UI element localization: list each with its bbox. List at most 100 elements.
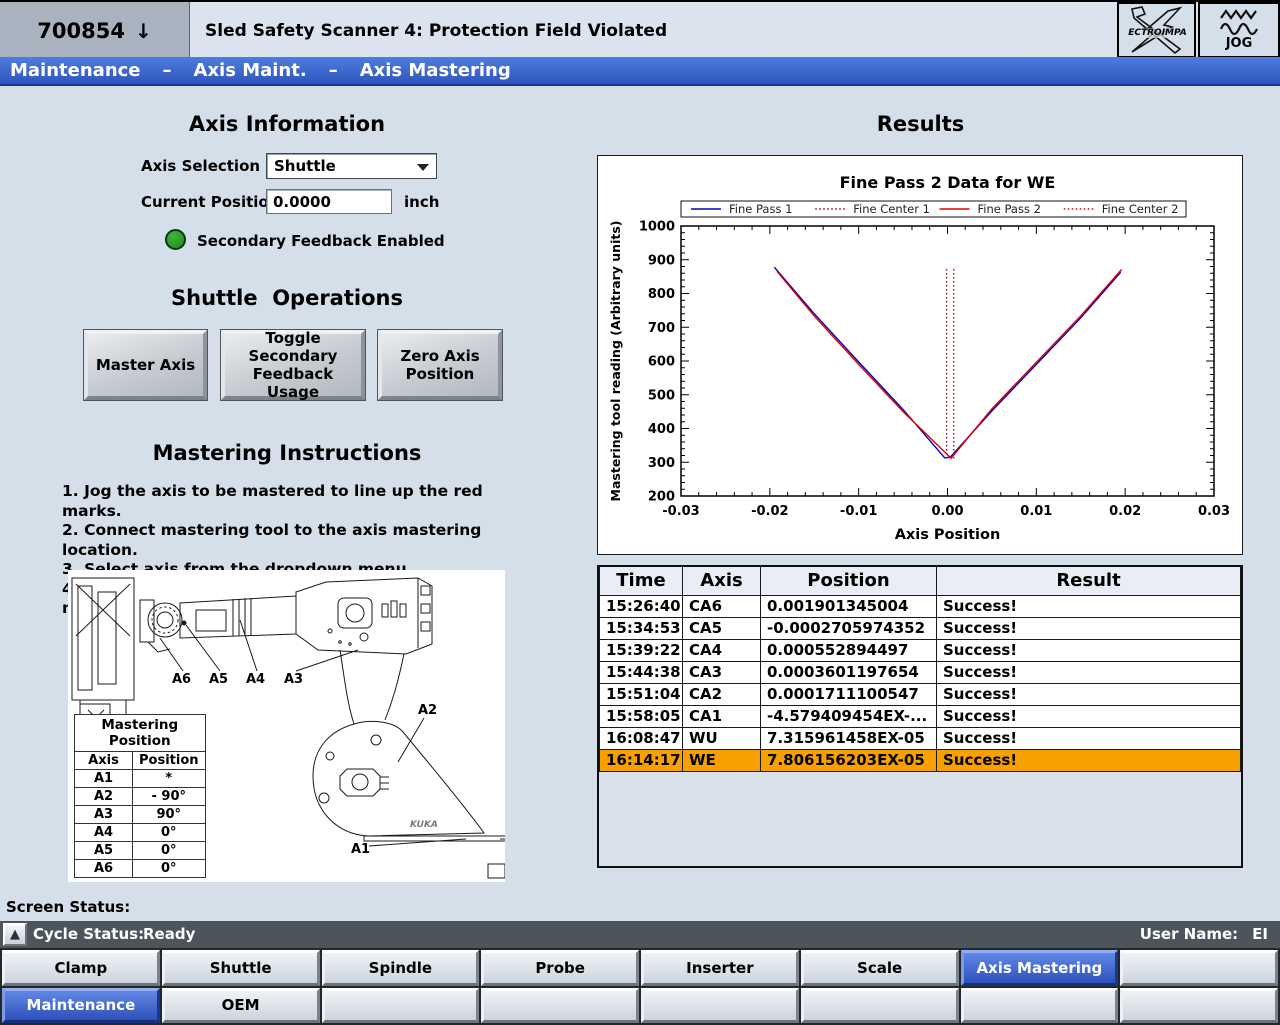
instruction-step: 2. Connect mastering tool to the axis ma… [62,521,532,560]
svg-text:600: 600 [648,355,675,370]
breadcrumb-separator: – [163,60,172,81]
nav-button-empty[interactable] [641,988,799,1024]
secondary-feedback-label: Secondary Feedback Enabled [197,232,445,250]
svg-text:0.00: 0.00 [931,504,963,519]
legend-label: Fine Center 2 [1102,202,1179,216]
svg-text:500: 500 [648,388,675,403]
cycle-status-bar: ▲ Cycle Status: Ready User Name: EI [0,921,1280,948]
table-cell: CA3 [683,661,761,683]
nav-button-empty[interactable] [961,988,1119,1024]
table-cell: -4.579409454EX-... [761,705,937,727]
mp-position: 0° [133,842,206,860]
table-cell: 7.315961458EX-05 [761,727,937,749]
legend-label: Fine Pass 2 [978,202,1041,216]
table-cell: Success! [937,749,1241,771]
nav-button-spindle[interactable]: Spindle [322,950,480,986]
jog-waveform-icon [1217,9,1261,35]
breadcrumb-item-maintenance[interactable]: Maintenance [10,60,141,81]
nav-button-scale[interactable]: Scale [801,950,959,986]
nav-button-oem[interactable]: OEM [162,988,320,1024]
svg-text:-0.02: -0.02 [751,504,788,519]
table-row[interactable]: 15:39:22CA40.000552894497Success! [600,639,1241,661]
nav-button-empty[interactable] [322,988,480,1024]
nav-button-empty[interactable] [1120,950,1278,986]
results-table: TimeAxisPositionResult 15:26:40CA60.0019… [599,567,1241,772]
table-cell: WE [683,749,761,771]
breadcrumb-item-axis-mastering[interactable]: Axis Mastering [360,60,511,81]
robot-diagram: A6 A5 A4 A3 A2 A1 KUKA Mastering Positio… [68,570,505,882]
chevron-up-icon: ▲ [10,927,20,942]
collapse-chevron-button[interactable]: ▲ [3,923,27,946]
nav-button-maintenance[interactable]: Maintenance [2,988,160,1024]
fine-pass-chart: Fine Pass 2 Data for WEFine Pass 1Fine C… [597,155,1243,555]
results-table-container: TimeAxisPositionResult 15:26:40CA60.0019… [597,565,1243,868]
current-position-input[interactable] [266,189,392,214]
axis-selection-value: Shuttle [274,157,336,175]
table-row[interactable]: 16:08:47WU7.315961458EX-05Success! [600,727,1241,749]
user-name-value: EI [1252,925,1268,943]
machine-id-box[interactable]: 700854 ↓ [0,2,190,59]
jog-button[interactable]: JOG [1198,2,1280,58]
table-cell: 0.0003601197654 [761,661,937,683]
alarm-message: Sled Safety Scanner 4: Protection Field … [205,2,1105,59]
mp-col-axis: Axis [75,752,133,770]
table-cell: Success! [937,727,1241,749]
nav-button-empty[interactable] [481,988,639,1024]
svg-text:-0.01: -0.01 [840,504,877,519]
nav-button-axis-mastering[interactable]: Axis Mastering [961,950,1119,986]
table-row[interactable]: 15:51:04CA20.0001711100547Success! [600,683,1241,705]
svg-text:800: 800 [648,287,675,302]
user-name-label: User Name: [1140,925,1238,943]
nav-button-empty[interactable] [801,988,959,1024]
axis-selection-dropdown[interactable]: Shuttle [266,153,437,179]
bottom-navigation: ClampShuttleSpindleProbeInserterScaleAxi… [0,948,1280,1025]
axis-label-a2: A2 [418,703,437,718]
toggle-secondary-feedback-button[interactable]: Toggle Secondary Feedback Usage [221,330,365,400]
nav-button-inserter[interactable]: Inserter [641,950,799,986]
nav-button-clamp[interactable]: Clamp [2,950,160,986]
axis-label-a4: A4 [246,672,265,687]
table-row[interactable]: 15:58:05CA1-4.579409454EX-...Success! [600,705,1241,727]
results-title: Results [598,112,1243,136]
table-cell: 7.806156203EX-05 [761,749,937,771]
table-cell: CA5 [683,617,761,639]
table-row[interactable]: 15:44:38CA30.0003601197654Success! [600,661,1241,683]
svg-text:1000: 1000 [639,220,675,235]
results-col-position: Position [761,567,937,595]
nav-button-probe[interactable]: Probe [481,950,639,986]
table-cell: Success! [937,705,1241,727]
svg-text:400: 400 [648,422,675,437]
table-cell: 15:39:22 [600,639,683,661]
instruction-step: 1. Jog the axis to be mastered to line u… [62,482,532,521]
table-cell: CA2 [683,683,761,705]
results-col-axis: Axis [683,567,761,595]
table-cell: 16:08:47 [600,727,683,749]
machine-id: 700854 [37,19,125,43]
chart-title: Fine Pass 2 Data for WE [840,173,1056,192]
electroimpact-logo-button[interactable]: ECTROIMPA [1117,2,1196,58]
table-row[interactable]: 15:26:40CA60.001901345004Success! [600,595,1241,617]
breadcrumb: Maintenance – Axis Maint. – Axis Masteri… [0,57,1280,86]
y-axis-label: Mastering tool reading (Arbitrary units) [608,221,623,502]
nav-button-empty[interactable] [1120,988,1278,1024]
master-axis-button[interactable]: Master Axis [84,330,207,400]
nav-button-shuttle[interactable]: Shuttle [162,950,320,986]
chart-svg: Fine Pass 2 Data for WEFine Pass 1Fine C… [598,156,1242,554]
zero-axis-position-button[interactable]: Zero Axis Position [378,330,502,400]
pulldown-arrow-icon: ↓ [135,19,152,43]
robot-brand-logo: KUKA [410,820,438,830]
mp-axis: A2 [75,788,133,806]
axis-selection-label: Axis Selection [141,157,260,175]
table-row[interactable]: 15:34:53CA5-0.0002705974352Success! [600,617,1241,639]
breadcrumb-separator: – [329,60,338,81]
table-cell: Success! [937,661,1241,683]
table-cell: CA4 [683,639,761,661]
svg-text:200: 200 [648,490,675,505]
operations-title: Shuttle Operations [87,286,487,310]
table-cell: 15:34:53 [600,617,683,639]
table-row[interactable]: 16:14:17WE7.806156203EX-05Success! [600,749,1241,771]
svg-text:0.02: 0.02 [1109,504,1141,519]
breadcrumb-item-axis-maint[interactable]: Axis Maint. [194,60,307,81]
table-cell: 0.000552894497 [761,639,937,661]
axis-label-a3: A3 [284,672,303,687]
